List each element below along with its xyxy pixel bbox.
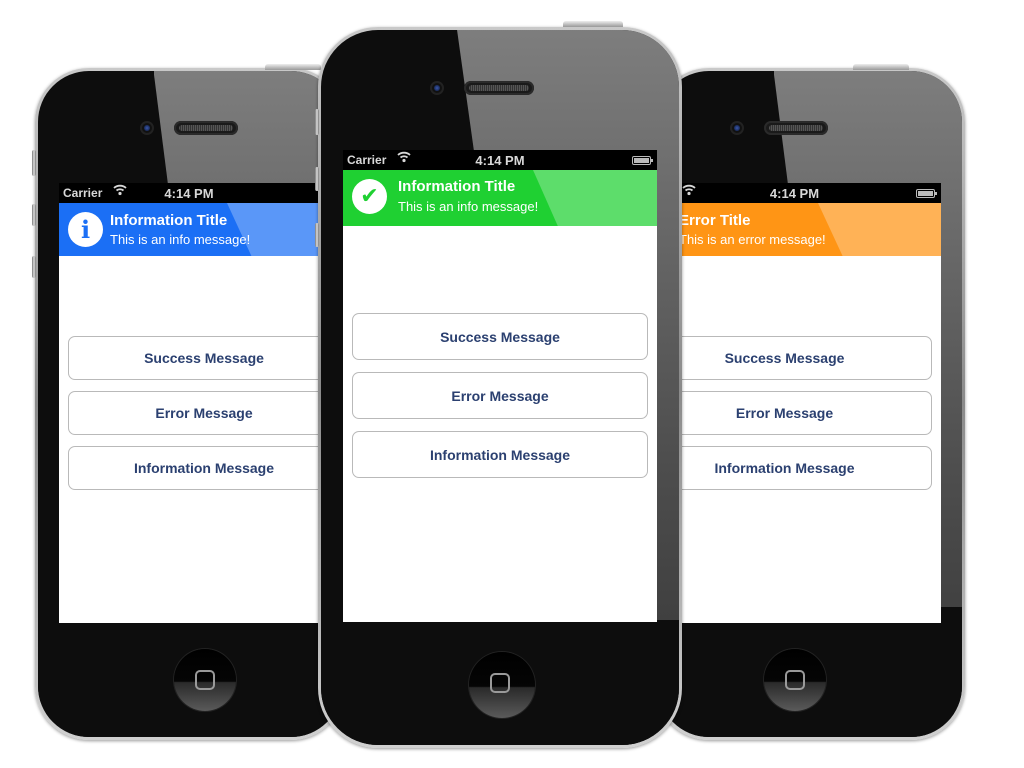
volume-down-button[interactable] — [315, 223, 319, 247]
banner-message: This is an error message! — [679, 232, 826, 247]
earpiece-speaker-icon — [764, 121, 828, 135]
information-message-button[interactable]: Information Message — [352, 431, 648, 478]
power-button[interactable] — [563, 21, 623, 27]
notification-banner-info[interactable]: i Information Title This is an info mess… — [59, 203, 342, 256]
phone-center: Carrier 4:14 PM ✔ Information Title This… — [315, 21, 682, 748]
mute-switch[interactable] — [315, 109, 319, 135]
battery-icon — [916, 189, 937, 198]
volume-up-button[interactable] — [315, 167, 319, 191]
battery-icon — [632, 156, 653, 165]
error-message-button[interactable]: Error Message — [658, 391, 932, 435]
status-time: 4:14 PM — [769, 186, 820, 201]
status-bar: Carrier 4:14 PM — [343, 150, 657, 170]
earpiece-speaker-icon — [464, 81, 534, 95]
banner-message: This is an info message! — [110, 232, 251, 247]
power-button[interactable] — [853, 64, 909, 70]
earpiece-speaker-icon — [174, 121, 238, 135]
error-message-button[interactable]: Error Message — [352, 372, 648, 419]
success-message-button[interactable]: Success Message — [68, 336, 340, 380]
checkmark-icon: ✔ — [352, 179, 387, 214]
banner-glare — [818, 203, 941, 256]
screen: Carrier 4:14 PM ! Error Title This is an… — [658, 183, 941, 623]
mute-switch[interactable] — [32, 150, 36, 176]
screen: Carrier 4:14 PM ✔ Information Title This… — [343, 150, 657, 622]
success-message-button[interactable]: Success Message — [658, 336, 932, 380]
phone-body: Carrier 4:14 PM ✔ Information Title This… — [321, 30, 679, 745]
volume-up-button[interactable] — [32, 204, 36, 226]
status-time: 4:14 PM — [475, 153, 525, 168]
status-bar: Carrier 4:14 PM — [658, 183, 941, 203]
banner-title: Error Title — [679, 212, 751, 229]
home-button[interactable] — [174, 649, 236, 711]
notification-banner-error[interactable]: ! Error Title This is an error message! — [658, 203, 941, 256]
banner-title: Information Title — [110, 212, 228, 229]
home-button[interactable] — [764, 649, 826, 711]
front-camera-icon — [730, 121, 744, 135]
home-button[interactable] — [469, 652, 535, 718]
information-message-button[interactable]: Information Message — [68, 446, 340, 490]
banner-message: This is an info message! — [398, 199, 539, 214]
phone-right: Carrier 4:14 PM ! Error Title This is an… — [655, 64, 965, 740]
info-icon: i — [68, 212, 103, 247]
screen: Carrier 4:14 PM i Information Title This… — [59, 183, 342, 623]
notification-banner-success[interactable]: ✔ Information Title This is an info mess… — [343, 170, 657, 226]
information-message-button[interactable]: Information Message — [658, 446, 932, 490]
power-button[interactable] — [265, 64, 321, 70]
phone-body: Carrier 4:14 PM ! Error Title This is an… — [658, 71, 962, 737]
status-bar: Carrier 4:14 PM — [59, 183, 342, 203]
front-camera-icon — [430, 81, 444, 95]
banner-title: Information Title — [398, 178, 516, 195]
front-camera-icon — [140, 121, 154, 135]
phone-body: Carrier 4:14 PM i Information Title This… — [38, 71, 342, 737]
phone-left: Carrier 4:14 PM i Information Title This… — [32, 64, 345, 740]
status-time: 4:14 PM — [164, 186, 214, 201]
error-message-button[interactable]: Error Message — [68, 391, 340, 435]
volume-down-button[interactable] — [32, 256, 36, 278]
banner-glare — [533, 170, 657, 226]
success-message-button[interactable]: Success Message — [352, 313, 648, 360]
